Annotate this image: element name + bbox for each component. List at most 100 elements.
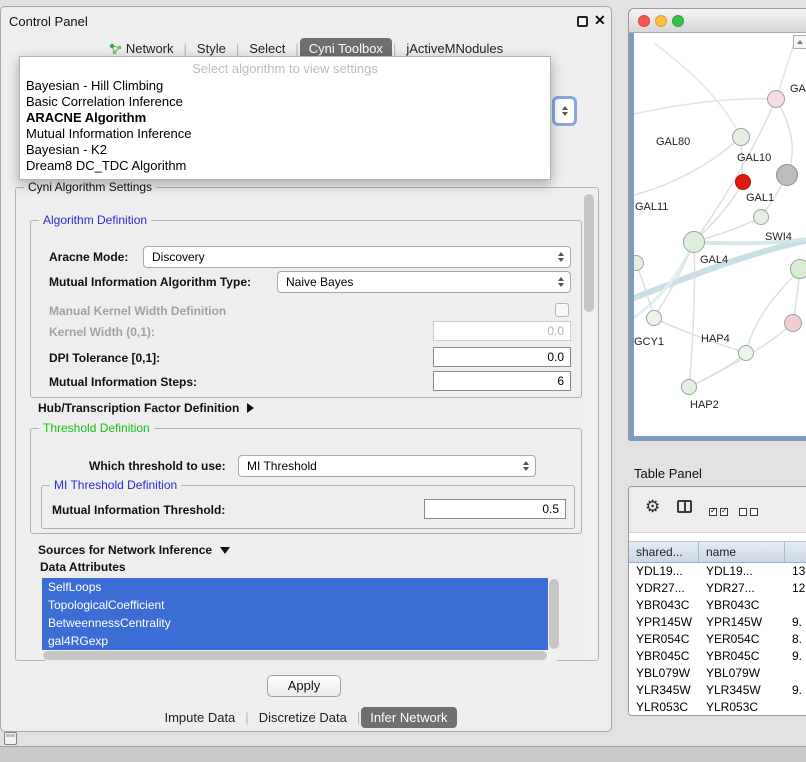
network-node[interactable]	[790, 259, 806, 279]
algorithm-option[interactable]: Mutual Information Inference	[20, 126, 550, 142]
node-label: GAL10	[737, 152, 771, 164]
settings-scrollbar[interactable]	[583, 192, 595, 658]
table-row[interactable]: YPR145WYPR145W9.	[629, 614, 806, 631]
deselect-all-icon[interactable]	[739, 503, 761, 521]
table-row[interactable]: YER054CYER054C8.	[629, 631, 806, 648]
table-row[interactable]: YLR345WYLR345W9.	[629, 682, 806, 699]
mi-type-value: Naive Bayes	[286, 275, 353, 289]
mi-steps-input[interactable]: 6	[433, 371, 571, 391]
network-node[interactable]	[735, 174, 751, 190]
network-node[interactable]	[776, 164, 798, 186]
aracne-mode-select[interactable]: Discovery	[143, 246, 571, 268]
mi-threshold-input[interactable]: 0.5	[424, 499, 566, 519]
tab-separator: |	[244, 710, 249, 725]
attribute-item[interactable]: BetweennessCentrality	[42, 614, 548, 632]
network-view-window: GALGAL80GAL10GAL11GAL1SWI4GAL4GCY1HAP4HA…	[628, 8, 806, 440]
network-node[interactable]	[753, 209, 769, 225]
manual-kernel-checkbox	[555, 303, 569, 317]
table-row[interactable]: YBL079WYBL079W	[629, 665, 806, 682]
attribute-item[interactable]: gal4RGexp	[42, 632, 548, 650]
column-header[interactable]	[785, 542, 806, 562]
attribute-item[interactable]: TopologicalCoefficient	[42, 596, 548, 614]
which-threshold-select[interactable]: MI Threshold	[238, 455, 536, 477]
tab-label: Network	[126, 41, 174, 56]
mi-threshold-group-title: MI Threshold Definition	[50, 478, 181, 492]
minimize-traffic-light-icon[interactable]	[655, 15, 667, 27]
threshold-definition-group: Threshold Definition Which threshold to …	[30, 428, 582, 534]
table-panel-window: ⚙ shared...name YDL19...YDL19...13YDR27.…	[628, 486, 806, 716]
float-window-icon[interactable]	[577, 16, 588, 27]
select-all-icon[interactable]	[709, 503, 731, 521]
attribute-item[interactable]: SelfLoops	[42, 578, 548, 596]
attribute-list-hscrollbar[interactable]	[42, 650, 560, 661]
network-canvas[interactable]: GALGAL80GAL10GAL11GAL1SWI4GAL4GCY1HAP4HA…	[634, 33, 806, 436]
bottom-tab-infer-network[interactable]: Infer Network	[361, 707, 456, 728]
scroll-up-button[interactable]	[793, 35, 806, 49]
table-row[interactable]: YDR27...YDR27...12	[629, 580, 806, 597]
close-icon[interactable]: ✕	[594, 12, 606, 29]
table-cell: 12	[785, 580, 806, 597]
table-cell: YBR043C	[629, 597, 699, 614]
attribute-list-scrollbar-thumb[interactable]	[549, 579, 559, 649]
hub-definition-label: Hub/Transcription Factor Definition	[38, 401, 239, 415]
attribute-list-hscrollbar-thumb[interactable]	[43, 651, 547, 660]
network-node[interactable]	[738, 345, 754, 361]
table-row[interactable]: YLR053CYLR053C	[629, 699, 806, 716]
bottom-tab-discretize-data[interactable]: Discretize Data	[250, 707, 356, 728]
dpi-tolerance-input[interactable]: 0.0	[433, 347, 571, 367]
sources-section-toggle[interactable]: Sources for Network Inference	[38, 543, 230, 557]
algorithm-option[interactable]: Bayesian - K2	[20, 142, 550, 158]
node-label: GAL80	[656, 136, 690, 148]
network-node[interactable]	[767, 90, 785, 108]
table-cell: 9.	[785, 614, 806, 631]
node-label: SWI4	[765, 231, 792, 243]
mi-type-select[interactable]: Naive Bayes	[277, 271, 571, 293]
column-selector-icon[interactable]	[677, 500, 692, 518]
table-panel-title: Table Panel	[634, 466, 702, 481]
table-cell: YLR345W	[699, 682, 785, 699]
table-row[interactable]: YBR045CYBR045C9.	[629, 648, 806, 665]
network-window-titlebar[interactable]	[629, 9, 806, 33]
algorithm-definition-group: Algorithm Definition Aracne Mode: Discov…	[30, 220, 582, 398]
column-header[interactable]: shared...	[629, 542, 699, 562]
tab-separator: |	[294, 41, 299, 56]
algorithm-option[interactable]: Dream8 DC_TDC Algorithm	[20, 158, 550, 174]
zoom-traffic-light-icon[interactable]	[672, 15, 684, 27]
table-cell: YLR345W	[629, 682, 699, 699]
network-node[interactable]	[681, 379, 697, 395]
collapsed-panel-icon[interactable]	[4, 732, 17, 745]
algorithm-option[interactable]: ARACNE Algorithm	[20, 110, 550, 126]
table-row[interactable]: YDL19...YDL19...13	[629, 563, 806, 580]
algorithm-option[interactable]: Bayesian - Hill Climbing	[20, 78, 550, 94]
close-traffic-light-icon[interactable]	[638, 15, 650, 27]
gear-icon[interactable]: ⚙	[645, 498, 660, 515]
attribute-list-scrollbar[interactable]	[548, 578, 560, 650]
column-header[interactable]: name	[699, 542, 785, 562]
table-cell: YDR27...	[629, 580, 699, 597]
mi-threshold-label: Mutual Information Threshold:	[52, 503, 225, 517]
down-arrow-icon	[562, 112, 568, 116]
chevron-down-icon	[220, 547, 230, 554]
which-threshold-label: Which threshold to use:	[89, 459, 226, 473]
node-label: HAP2	[690, 399, 719, 411]
bottom-tab-impute-data[interactable]: Impute Data	[155, 707, 244, 728]
network-node[interactable]	[646, 310, 662, 326]
settings-scrollbar-thumb[interactable]	[584, 194, 594, 312]
network-node[interactable]	[784, 314, 802, 332]
table-cell	[785, 699, 806, 716]
bottom-tabs: Impute Data|Discretize Data|Infer Networ…	[1, 707, 611, 728]
network-node[interactable]	[683, 231, 705, 253]
chevron-right-icon	[247, 403, 254, 413]
kernel-width-input: 0.0	[433, 321, 571, 341]
algorithm-dropdown: Select algorithm to view settings Bayesi…	[19, 56, 551, 180]
apply-button[interactable]: Apply	[267, 675, 341, 697]
algorithm-option[interactable]: Basic Correlation Inference	[20, 94, 550, 110]
algorithm-combo-stepper-icon[interactable]	[552, 96, 577, 126]
network-node[interactable]	[732, 128, 750, 146]
table-row[interactable]: YBR043CYBR043C	[629, 597, 806, 614]
table-cell: YDL19...	[699, 563, 785, 580]
table-cell: YDR27...	[699, 580, 785, 597]
table-cell: 13	[785, 563, 806, 580]
hub-definition-toggle[interactable]: Hub/Transcription Factor Definition	[38, 401, 254, 415]
aracne-mode-label: Aracne Mode:	[49, 250, 128, 264]
